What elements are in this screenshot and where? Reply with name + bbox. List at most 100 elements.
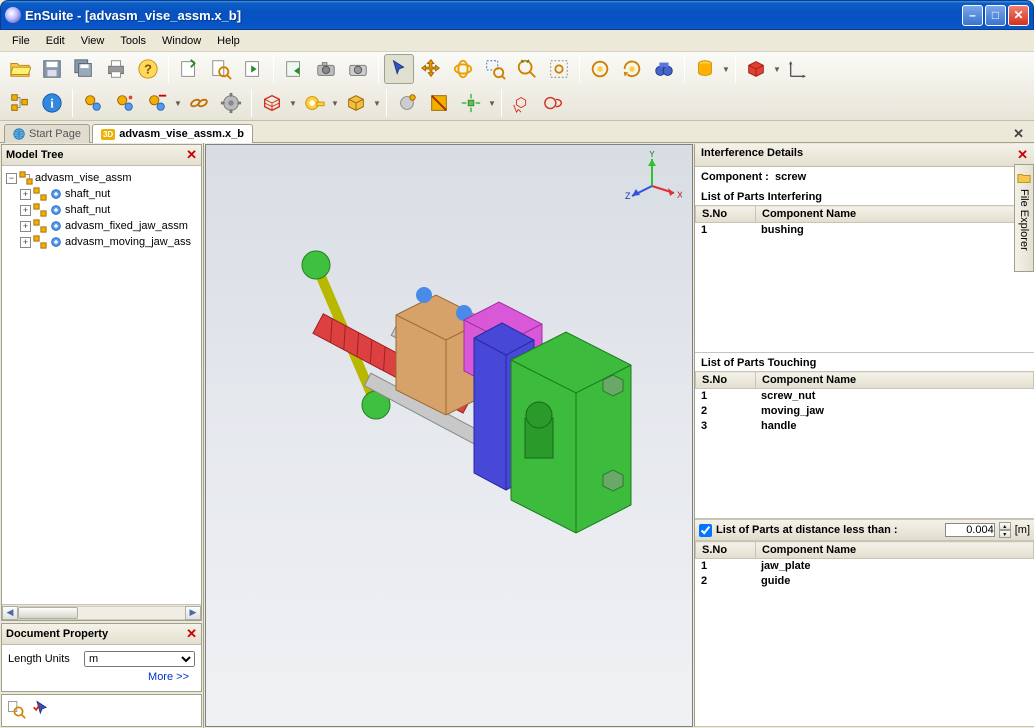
distance-checkbox[interactable]	[699, 524, 712, 537]
menu-edit[interactable]: Edit	[38, 33, 73, 49]
zoom-button[interactable]	[512, 54, 542, 84]
distance-list[interactable]: 1jaw_plate2guide	[695, 559, 1034, 727]
tree-hscroll[interactable]: ◀ ▶	[2, 604, 201, 620]
table-row[interactable]: 1bushing	[695, 223, 1034, 238]
expand-icon[interactable]: +	[20, 237, 31, 248]
model-tree-close[interactable]: ✕	[186, 147, 197, 163]
file-explorer-tab[interactable]: File Explorer	[1014, 164, 1034, 272]
gears-3-dropdown[interactable]: ▼	[173, 99, 183, 108]
gears-2-button[interactable]	[110, 88, 140, 118]
cylinder-dropdown[interactable]: ▼	[721, 65, 731, 74]
snapshot-button[interactable]	[343, 54, 373, 84]
fit-button[interactable]	[544, 54, 574, 84]
interfering-list[interactable]: 1bushing	[695, 223, 1034, 353]
tab-close-button[interactable]: ✕	[1009, 126, 1028, 142]
gear-settings-button[interactable]	[216, 88, 246, 118]
refresh-button[interactable]	[174, 54, 204, 84]
explode-button[interactable]	[456, 88, 486, 118]
table-row[interactable]: 3handle	[695, 419, 1034, 434]
menu-view[interactable]: View	[73, 33, 113, 49]
gears-3-button[interactable]	[142, 88, 172, 118]
pick-cube-button[interactable]	[507, 88, 537, 118]
svg-text:i: i	[50, 97, 54, 111]
component-label: Component :	[701, 171, 769, 183]
tab-doc-label: advasm_vise_assm.x_b	[119, 128, 244, 140]
expand-icon[interactable]: +	[20, 221, 31, 232]
save-all-button[interactable]	[69, 54, 99, 84]
length-units-select[interactable]: m	[84, 651, 195, 667]
import-button[interactable]	[279, 54, 309, 84]
distance-input[interactable]	[945, 523, 995, 537]
cube-dropdown[interactable]: ▼	[772, 65, 782, 74]
section-button[interactable]	[424, 88, 454, 118]
export-button[interactable]	[238, 54, 268, 84]
box-button[interactable]	[341, 88, 371, 118]
tree-root[interactable]: − advasm_vise_assm	[6, 170, 197, 186]
mesh-button[interactable]	[257, 88, 287, 118]
table-row[interactable]: 2guide	[695, 574, 1034, 589]
minimize-button[interactable]: –	[962, 5, 983, 26]
spin-button[interactable]	[617, 54, 647, 84]
tab-start-page[interactable]: Start Page	[4, 124, 90, 143]
tree-node[interactable]: +advasm_fixed_jaw_assm	[20, 218, 197, 234]
tape-button[interactable]	[299, 88, 329, 118]
tree-node[interactable]: +shaft_nut	[20, 186, 197, 202]
select-arrow-button[interactable]	[384, 54, 414, 84]
menu-tools[interactable]: Tools	[112, 33, 154, 49]
tree-node[interactable]: +shaft_nut	[20, 202, 197, 218]
select-check-icon[interactable]	[32, 699, 52, 722]
close-button[interactable]: ✕	[1008, 5, 1029, 26]
tape-dropdown[interactable]: ▼	[330, 99, 340, 108]
zoom-window-button[interactable]	[480, 54, 510, 84]
link-button[interactable]	[184, 88, 214, 118]
interference-close[interactable]: ✕	[1017, 147, 1028, 163]
3d-viewport[interactable]: X Y Z	[205, 144, 693, 727]
menu-window[interactable]: Window	[154, 33, 209, 49]
expand-icon[interactable]: +	[20, 205, 31, 216]
table-row[interactable]: 1screw_nut	[695, 389, 1034, 404]
distance-spinner[interactable]: ▴▾	[999, 522, 1011, 538]
help-button[interactable]: ?	[133, 54, 163, 84]
cylinder-button[interactable]	[690, 54, 720, 84]
camera-button[interactable]	[311, 54, 341, 84]
menu-file[interactable]: File	[4, 33, 38, 49]
tree-node[interactable]: +advasm_moving_jaw_ass	[20, 234, 197, 250]
rotate-button[interactable]	[448, 54, 478, 84]
info-button[interactable]: i	[37, 88, 67, 118]
binoculars-button[interactable]	[649, 54, 679, 84]
advanced-gear-button[interactable]	[392, 88, 422, 118]
open-button[interactable]	[5, 54, 35, 84]
tab-document[interactable]: 3D advasm_vise_assm.x_b	[92, 124, 253, 143]
touching-list[interactable]: 1screw_nut2moving_jaw3handle	[695, 389, 1034, 519]
expand-icon[interactable]: +	[20, 189, 31, 200]
collapse-icon[interactable]: −	[6, 173, 17, 184]
axis-toggle-button[interactable]	[783, 54, 813, 84]
more-link[interactable]: More >>	[8, 667, 195, 685]
distance-table: S.NoComponent Name	[695, 541, 1034, 559]
length-units-label: Length Units	[8, 653, 78, 665]
mesh-dropdown[interactable]: ▼	[288, 99, 298, 108]
scroll-left[interactable]: ◀	[2, 606, 18, 620]
cube-button[interactable]	[741, 54, 771, 84]
box-dropdown[interactable]: ▼	[372, 99, 382, 108]
pan-button[interactable]	[416, 54, 446, 84]
globe-icon	[13, 128, 25, 140]
axis-triad: X Y Z	[622, 151, 682, 211]
table-row[interactable]: 1jaw_plate	[695, 559, 1034, 574]
model-tree[interactable]: − advasm_vise_assm +shaft_nut+shaft_nut+…	[2, 166, 201, 604]
save-button[interactable]	[37, 54, 67, 84]
tree-toggle-button[interactable]	[5, 88, 35, 118]
gears-1-button[interactable]	[78, 88, 108, 118]
table-row[interactable]: 2moving_jaw	[695, 404, 1034, 419]
interference-panel: Interference Details ✕ Component : screw…	[694, 144, 1034, 727]
menu-help[interactable]: Help	[209, 33, 248, 49]
search-doc-button[interactable]	[206, 54, 236, 84]
maximize-button[interactable]: □	[985, 5, 1006, 26]
print-button[interactable]	[101, 54, 131, 84]
orbit-button[interactable]	[585, 54, 615, 84]
doc-property-close[interactable]: ✕	[186, 626, 197, 642]
inspect-icon[interactable]	[6, 699, 26, 722]
explode-dropdown[interactable]: ▼	[487, 99, 497, 108]
sketch-icon[interactable]	[539, 88, 569, 118]
scroll-right[interactable]: ▶	[185, 606, 201, 620]
